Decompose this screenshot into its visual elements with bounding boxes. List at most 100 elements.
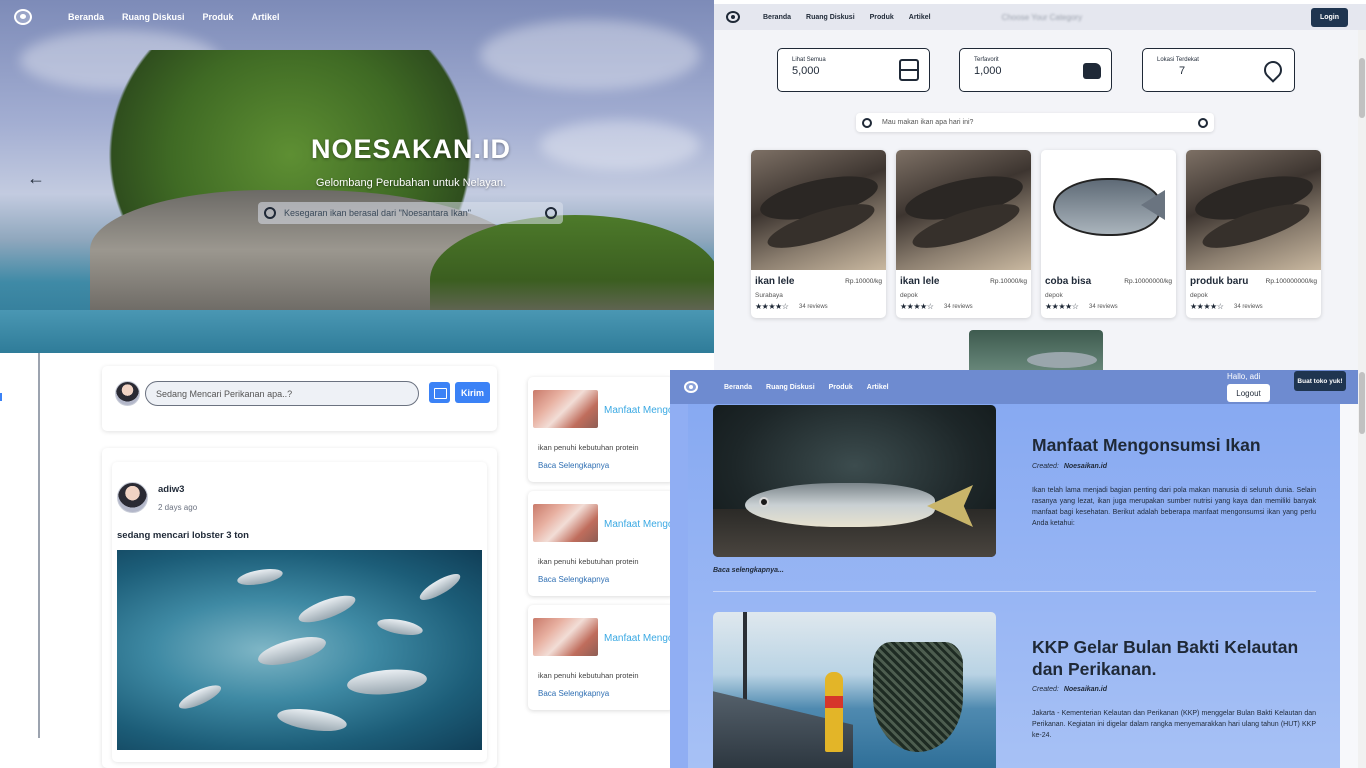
side-article-card[interactable]: Manfaat Mengonsumsi Ikan ikan penuhi keb… xyxy=(528,605,674,710)
read-more-link[interactable]: Baca Selengkapnya xyxy=(538,575,609,584)
side-article-title[interactable]: Manfaat Mengonsumsi Ikan xyxy=(604,633,670,644)
created-label: Created: xyxy=(1032,463,1059,470)
side-article-desc: ikan penuhi kebutuhan protein xyxy=(538,671,639,680)
article-body: Ikan telah lama menjadi bagian penting d… xyxy=(1032,487,1316,527)
stat-card-all[interactable]: Lihat Semua 5,000 xyxy=(777,48,930,92)
nav-produk[interactable]: Produk xyxy=(829,384,853,391)
fisherman-shape xyxy=(825,672,843,752)
product-card[interactable]: ikan lele Rp.10000/kg depok ★★★★☆ 34 rev… xyxy=(896,150,1031,318)
tilapia-image xyxy=(1041,150,1176,270)
fish-article-image[interactable] xyxy=(713,405,996,557)
article-divider xyxy=(713,591,1316,592)
stat-value: 5,000 xyxy=(792,65,820,77)
catfish-image xyxy=(751,150,886,270)
product-search-placeholder: Mau makan ikan apa hari ini? xyxy=(882,119,974,126)
hero-subtitle: Gelombang Perubahan untuk Nelayan. xyxy=(315,177,507,189)
article-title[interactable]: KKP Gelar Bulan Bakti Kelautan dan Perik… xyxy=(1032,636,1332,680)
fish-shape xyxy=(275,705,349,735)
product-location: depok xyxy=(900,292,918,299)
fish-shape xyxy=(255,631,329,671)
products-panel: Beranda Ruang Diskusi Produk Artikel Cho… xyxy=(714,4,1366,370)
nav-ruang-diskusi[interactable]: Ruang Diskusi xyxy=(122,12,185,22)
product-name: produk baru xyxy=(1190,276,1249,287)
image-upload-button[interactable] xyxy=(429,382,450,403)
nav-ruang-diskusi[interactable]: Ruang Diskusi xyxy=(766,384,815,391)
cloud-decoration xyxy=(480,20,700,90)
side-article-card[interactable]: Manfaat Mengonsumsi Ikan ikan penuhi keb… xyxy=(528,491,674,596)
scrollbar[interactable] xyxy=(1358,30,1366,370)
product-card[interactable]: ikan lele Rp.10000/kg Surabaya ★★★★☆ 34 … xyxy=(751,150,886,318)
sidebar-divider xyxy=(38,353,40,738)
nav-artikel[interactable]: Artikel xyxy=(252,12,280,22)
hero-navbar: Beranda Ruang Diskusi Produk Artikel xyxy=(14,8,700,26)
stat-value: 1,000 xyxy=(974,65,1002,77)
feed-container: adiw3 2 days ago sedang mencari lobster … xyxy=(102,448,497,768)
discussion-panel: Sedang Mencari Perikanan apa..? Kirim ad… xyxy=(0,353,688,768)
avatar[interactable] xyxy=(117,482,148,513)
nav-ruang-diskusi[interactable]: Ruang Diskusi xyxy=(806,14,855,21)
send-button[interactable]: Kirim xyxy=(455,382,491,403)
fish-shape xyxy=(176,680,224,714)
product-search-bar[interactable]: Mau makan ikan apa hari ini? xyxy=(856,113,1214,132)
nav-produk[interactable]: Produk xyxy=(870,14,894,21)
nav-beranda[interactable]: Beranda xyxy=(724,384,752,391)
product-name: ikan lele xyxy=(755,276,795,287)
stat-card-nearest[interactable]: Lokasi Terdekat 7 xyxy=(1142,48,1295,92)
hero-search-placeholder: Kesegaran ikan berasal dari "Noesantara … xyxy=(284,208,472,218)
nav-artikel[interactable]: Artikel xyxy=(909,14,931,21)
rating-stars: ★★★★☆ xyxy=(900,302,934,311)
fish-school-image xyxy=(117,550,482,750)
create-shop-button[interactable]: Buat toko yuk! xyxy=(1294,371,1346,391)
article-body: Jakarta - Kementerian Kelautan dan Perik… xyxy=(1032,710,1316,739)
post-input[interactable]: Sedang Mencari Perikanan apa..? xyxy=(145,381,419,406)
rating-stars: ★★★★☆ xyxy=(755,302,789,311)
article-author: Noesaikan.id xyxy=(1063,463,1107,470)
product-card[interactable]: produk baru Rp.100000000/kg depok ★★★★☆ … xyxy=(1186,150,1321,318)
fish-shape xyxy=(346,666,428,698)
fish-market-image xyxy=(533,504,598,542)
fish-shape xyxy=(376,616,424,638)
side-article-title[interactable]: Manfaat Mengonsumsi Ikan xyxy=(604,405,670,416)
post-username[interactable]: adiw3 xyxy=(158,484,184,495)
review-count: 34 reviews xyxy=(799,304,828,310)
product-price: Rp.100000000/kg xyxy=(1265,278,1317,285)
article-created: Created: Noesaikan.id xyxy=(1032,463,1107,470)
fish-search-icon[interactable] xyxy=(545,207,557,219)
nav-beranda[interactable]: Beranda xyxy=(763,14,791,21)
read-more-link[interactable]: Baca Selengkapnya xyxy=(538,461,609,470)
fish-logo-icon[interactable] xyxy=(726,11,740,23)
product-card-partial[interactable] xyxy=(969,330,1103,370)
nav-artikel[interactable]: Artikel xyxy=(867,384,889,391)
fish-search-icon[interactable] xyxy=(1198,117,1208,128)
rating-stars: ★★★★☆ xyxy=(1190,302,1224,311)
fishing-net-shape xyxy=(873,642,963,752)
scrollbar[interactable] xyxy=(1358,370,1366,768)
side-article-title[interactable]: Manfaat Mengonsumsi Ikan xyxy=(604,519,670,530)
read-more-link[interactable]: Baca selengkapnya... xyxy=(713,567,784,574)
fish-shape xyxy=(416,569,464,605)
catfish-image xyxy=(896,150,1031,270)
nav-produk[interactable]: Produk xyxy=(203,12,234,22)
nav-beranda[interactable]: Beranda xyxy=(68,12,104,22)
hero-search-bar[interactable]: Kesegaran ikan berasal dari "Noesantara … xyxy=(258,202,563,224)
fish-logo-icon[interactable] xyxy=(14,9,32,25)
fish-logo-icon[interactable] xyxy=(684,381,698,393)
avatar xyxy=(115,381,140,406)
category-dropdown-text[interactable]: Choose Your Category xyxy=(1002,13,1083,22)
products-navbar: Beranda Ruang Diskusi Produk Artikel Cho… xyxy=(714,4,1366,30)
fishing-boat-image[interactable] xyxy=(713,612,996,768)
article-title[interactable]: Manfaat Mengonsumsi Ikan xyxy=(1032,434,1332,456)
stat-card-favorite[interactable]: Terfavorit 1,000 xyxy=(959,48,1112,92)
product-price: Rp.10000/kg xyxy=(845,278,882,285)
read-more-link[interactable]: Baca Selengkapnya xyxy=(538,689,609,698)
stat-label: Lihat Semua xyxy=(792,57,826,63)
page-gutter xyxy=(1340,404,1358,768)
side-article-card[interactable]: Manfaat Mengonsumsi Ikan ikan penuhi keb… xyxy=(528,377,674,482)
stat-label: Terfavorit xyxy=(974,57,999,63)
article-author: Noesaikan.id xyxy=(1063,686,1107,693)
product-location: depok xyxy=(1190,292,1208,299)
product-card[interactable]: coba bisa Rp.10000000/kg depok ★★★★☆ 34 … xyxy=(1041,150,1176,318)
hero-title: NOESAKAN.ID xyxy=(310,134,511,164)
login-button[interactable]: Login xyxy=(1310,7,1348,27)
logout-button[interactable]: Logout xyxy=(1227,384,1270,402)
